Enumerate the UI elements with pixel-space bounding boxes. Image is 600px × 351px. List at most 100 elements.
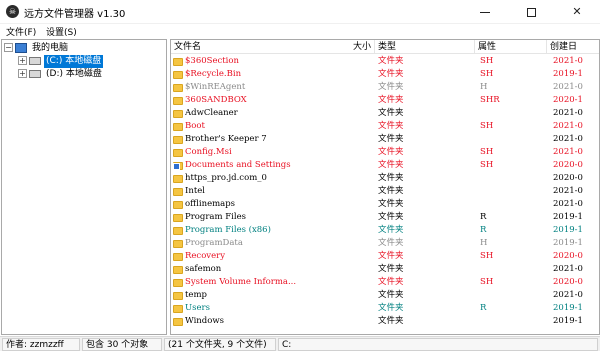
tree-item-label: (C:) 本地磁盘 — [44, 55, 104, 68]
file-attributes: SH — [480, 69, 494, 79]
table-row[interactable]: Program Files 文件夹 R 2019-1 — [171, 211, 599, 224]
table-row[interactable]: Recovery 文件夹 SH 2020-0 — [171, 250, 599, 263]
table-row[interactable]: temp 文件夹 2021-0 — [171, 289, 599, 302]
folder-icon-cell — [173, 94, 183, 107]
table-row[interactable]: https_pro.jd.com_0 文件夹 2020-0 — [171, 172, 599, 185]
file-type: 文件夹 — [378, 56, 404, 66]
folder-icon-cell — [173, 263, 183, 276]
tree-item-my-computer[interactable]: − 我的电脑 — [4, 42, 70, 55]
table-row[interactable]: safemon 文件夹 2021-0 — [171, 263, 599, 276]
file-type: 文件夹 — [378, 264, 404, 274]
file-attributes: SH — [480, 121, 494, 131]
table-row[interactable]: Program Files (x86) 文件夹 R 2019-1 — [171, 224, 599, 237]
file-name: $WinREAgent — [185, 82, 246, 92]
table-row[interactable]: ProgramData 文件夹 H 2019-1 — [171, 237, 599, 250]
folder-icon-cell — [173, 81, 183, 94]
file-type: 文件夹 — [378, 186, 404, 196]
folder-icon — [173, 240, 183, 248]
expand-icon[interactable]: + — [18, 56, 27, 65]
table-row[interactable]: $360Section 文件夹 SH 2021-0 — [171, 55, 599, 68]
table-row[interactable]: Boot 文件夹 SH 2021-0 — [171, 120, 599, 133]
file-attributes: SH — [480, 147, 494, 157]
table-row[interactable]: Documents and Settings 文件夹 SH 2020-0 — [171, 159, 599, 172]
folder-icon-cell — [173, 237, 183, 250]
maximize-icon — [526, 7, 536, 17]
folder-tree[interactable]: − 我的电脑 + (C:) 本地磁盘 + (D:) 本地磁盘 — [1, 39, 167, 335]
file-type: 文件夹 — [378, 95, 404, 105]
table-row[interactable]: Windows 文件夹 2019-1 — [171, 315, 599, 328]
folder-icon-cell — [173, 185, 183, 198]
minimize-icon — [480, 11, 490, 13]
folder-icon-cell — [173, 159, 183, 172]
file-attributes — [480, 107, 545, 120]
folder-icon-cell — [173, 146, 183, 159]
column-header-size[interactable]: 大小 — [347, 40, 375, 54]
table-row[interactable]: Brother's Keeper 7 文件夹 2021-0 — [171, 133, 599, 146]
file-created: 2019-1 — [553, 303, 583, 313]
column-header-type[interactable]: 类型 — [375, 40, 475, 54]
table-row[interactable]: $Recycle.Bin 文件夹 SH 2019-1 — [171, 68, 599, 81]
table-row[interactable]: offlinemaps 文件夹 2021-0 — [171, 198, 599, 211]
table-row[interactable]: 360SANDBOX 文件夹 SHR 2020-1 — [171, 94, 599, 107]
expand-icon[interactable]: + — [18, 69, 27, 78]
table-row[interactable]: System Volume Informa... 文件夹 SH 2020-0 — [171, 276, 599, 289]
file-created: 2021-0 — [553, 147, 583, 157]
file-attributes: R — [480, 212, 487, 222]
folder-icon-cell — [173, 302, 183, 315]
file-attributes — [480, 133, 545, 146]
folder-icon — [173, 97, 183, 105]
drive-icon — [29, 69, 41, 78]
file-created: 2020-0 — [553, 251, 583, 261]
column-header-attributes[interactable]: 属性 — [475, 40, 547, 54]
window-title: 远方文件管理器 v1.30 — [24, 9, 126, 20]
file-type: 文件夹 — [378, 147, 404, 157]
table-row[interactable]: Intel 文件夹 2021-0 — [171, 185, 599, 198]
file-list[interactable]: 文件名 大小 类型 属性 创建日 $360Section 文件夹 SH 2021-0 $… — [170, 39, 600, 335]
file-name: 360SANDBOX — [185, 95, 247, 105]
folder-icon-cell — [173, 211, 183, 224]
table-row[interactable]: AdwCleaner 文件夹 2021-0 — [171, 107, 599, 120]
file-type: 文件夹 — [378, 82, 404, 92]
menu-bar: 文件(F) 设置(S) — [0, 24, 600, 39]
tree-item-label: 我的电脑 — [32, 43, 69, 53]
status-detail: (21 个文件夹, 9 个文件) — [164, 338, 276, 351]
file-attributes: R — [480, 225, 487, 235]
folder-icon — [173, 292, 183, 300]
column-header-created[interactable]: 创建日 — [547, 40, 599, 54]
minimize-button[interactable] — [462, 0, 508, 24]
title-bar: ☠ 远方文件管理器 v1.30 ✕ — [0, 0, 600, 24]
folder-icon-cell — [173, 55, 183, 68]
file-name: $360Section — [185, 56, 239, 66]
table-row[interactable]: Users 文件夹 R 2019-1 — [171, 302, 599, 315]
folder-icon — [173, 305, 183, 313]
file-name: Config.Msi — [185, 147, 232, 157]
file-type: 文件夹 — [378, 199, 404, 209]
file-name: offlinemaps — [185, 199, 236, 209]
file-created: 2021-0 — [553, 56, 583, 66]
maximize-button[interactable] — [508, 0, 554, 24]
file-name: $Recycle.Bin — [185, 69, 242, 79]
collapse-icon[interactable]: − — [4, 43, 13, 52]
close-button[interactable]: ✕ — [554, 0, 600, 24]
folder-icon — [173, 279, 183, 287]
folder-icon — [173, 188, 183, 196]
file-attributes — [480, 315, 545, 328]
folder-icon — [173, 201, 183, 209]
file-type: 文件夹 — [378, 303, 404, 313]
folder-icon-cell — [173, 107, 183, 120]
menu-settings[interactable]: 设置(S) — [46, 25, 77, 38]
file-created: 2020-1 — [553, 95, 583, 105]
column-header-name[interactable]: 文件名 — [171, 40, 375, 54]
table-row[interactable]: $WinREAgent 文件夹 H 2021-0 — [171, 81, 599, 94]
file-type: 文件夹 — [378, 69, 404, 79]
folder-icon-cell — [173, 172, 183, 185]
table-row[interactable]: Config.Msi 文件夹 SH 2021-0 — [171, 146, 599, 159]
folder-icon — [173, 214, 183, 222]
file-type: 文件夹 — [378, 212, 404, 222]
file-created: 2019-1 — [553, 212, 583, 222]
file-attributes: SH — [480, 56, 494, 66]
tree-item-drive-d[interactable]: + (D:) 本地磁盘 — [18, 68, 104, 81]
menu-file[interactable]: 文件(F) — [6, 25, 36, 38]
tree-item-drive-c[interactable]: + (C:) 本地磁盘 — [18, 55, 104, 68]
file-attributes: R — [480, 303, 487, 313]
